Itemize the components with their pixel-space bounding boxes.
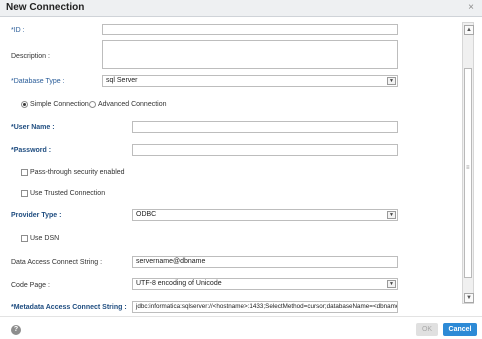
password-field[interactable] — [132, 144, 398, 156]
pass-through-checkbox[interactable] — [21, 169, 28, 176]
grip-icon: ≡ — [466, 165, 470, 171]
trusted-connection-checkbox[interactable] — [21, 190, 28, 197]
id-field[interactable] — [102, 24, 398, 35]
id-label: *ID : — [11, 27, 25, 34]
user-name-label: *User Name : — [11, 124, 55, 131]
simple-connection-label: Simple Connection — [30, 101, 89, 108]
data-access-field[interactable]: servername@dbname — [132, 256, 398, 268]
dialog-titlebar: New Connection × — [0, 0, 482, 17]
data-access-label: Data Access Connect String : — [11, 259, 103, 266]
advanced-connection-label: Advanced Connection — [98, 101, 167, 108]
chevron-down-icon[interactable]: ▼ — [387, 77, 396, 85]
ok-button[interactable]: OK — [416, 323, 438, 336]
vertical-scrollbar[interactable]: ▲ ≡ ▼ — [462, 22, 474, 304]
database-type-label: *Database Type : — [11, 78, 65, 85]
footer-divider — [0, 316, 482, 317]
code-page-select[interactable]: UTF-8 encoding of Unicode ▼ — [132, 278, 398, 290]
database-type-value: sql Server — [106, 77, 138, 84]
metadata-access-label: *Metadata Access Connect String : — [11, 304, 127, 311]
advanced-connection-radio[interactable] — [89, 101, 96, 108]
provider-type-value: ODBC — [136, 211, 157, 218]
chevron-down-icon[interactable]: ▼ — [387, 211, 396, 219]
use-dsn-label: Use DSN — [30, 235, 60, 242]
code-page-label: Code Page : — [11, 282, 50, 289]
database-type-select[interactable]: sql Server ▼ — [102, 75, 398, 87]
use-dsn-checkbox[interactable] — [21, 235, 28, 242]
help-icon[interactable]: ? — [11, 325, 21, 335]
scrollbar-thumb[interactable]: ≡ — [464, 68, 472, 278]
cancel-button[interactable]: Cancel — [443, 323, 477, 336]
scroll-down-icon[interactable]: ▼ — [464, 293, 474, 303]
provider-type-select[interactable]: ODBC ▼ — [132, 209, 398, 221]
description-field[interactable] — [102, 40, 398, 69]
close-icon[interactable]: × — [468, 2, 474, 13]
password-label: *Password : — [11, 147, 52, 154]
scroll-up-icon[interactable]: ▲ — [464, 25, 474, 35]
chevron-down-icon[interactable]: ▼ — [387, 280, 396, 288]
simple-connection-radio[interactable] — [21, 101, 28, 108]
user-name-field[interactable] — [132, 121, 398, 133]
code-page-value: UTF-8 encoding of Unicode — [136, 280, 222, 287]
metadata-access-field[interactable]: jdbc:informatica:sqlserver://<hostname>:… — [132, 301, 398, 313]
trusted-connection-label: Use Trusted Connection — [30, 190, 106, 197]
dialog-title: New Connection — [6, 2, 85, 13]
provider-type-label: Provider Type : — [11, 212, 62, 219]
description-label: Description : — [11, 53, 50, 60]
pass-through-label: Pass-through security enabled — [30, 169, 125, 176]
